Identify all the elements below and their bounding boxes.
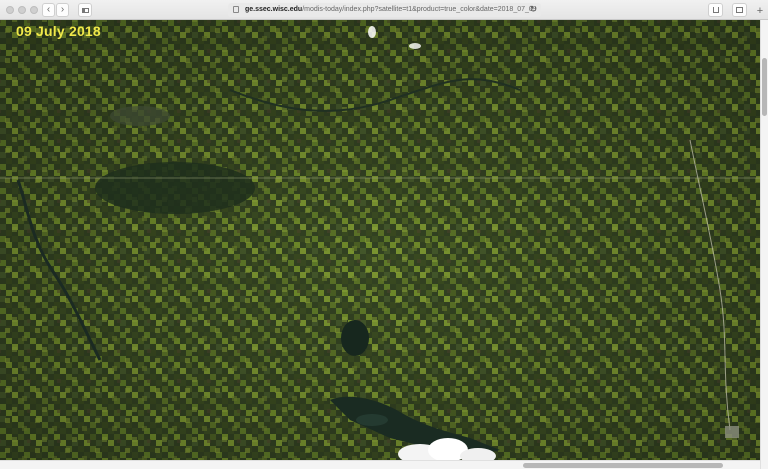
- vertical-scrollbar[interactable]: [760, 20, 768, 469]
- horizontal-scrollbar[interactable]: [0, 460, 760, 469]
- back-button[interactable]: ‹: [42, 3, 55, 17]
- address-bar[interactable]: ge.ssec.wisc.edu/modis-today/index.php?s…: [228, 3, 541, 17]
- satellite-image: [0, 20, 760, 460]
- lake-south-2: [356, 414, 388, 426]
- close-window-icon[interactable]: [6, 6, 14, 14]
- satellite-image-viewport[interactable]: 09 July 2018: [0, 20, 760, 460]
- dark-wetland: [95, 162, 255, 214]
- sidebar-button[interactable]: [78, 3, 92, 17]
- browser-window: ‹ › ge.ssec.wisc.edu/modis-today/index.p…: [0, 0, 768, 469]
- url-path: /modis-today/index.php?satellite=t1&prod…: [302, 6, 537, 13]
- browser-toolbar: ‹ › ge.ssec.wisc.edu/modis-today/index.p…: [0, 0, 768, 20]
- reload-icon[interactable]: ↻: [529, 4, 537, 15]
- url-text: ge.ssec.wisc.edu/modis-today/index.php?s…: [245, 5, 537, 15]
- share-icon: [712, 7, 719, 13]
- tabs-overview-button[interactable]: [732, 3, 747, 17]
- minimize-window-icon[interactable]: [18, 6, 26, 14]
- share-button[interactable]: [708, 3, 723, 17]
- vertical-scroll-thumb[interactable]: [762, 58, 767, 116]
- image-date-label: 09 July 2018: [16, 23, 101, 39]
- plus-icon[interactable]: +: [754, 5, 766, 17]
- forward-button[interactable]: ›: [56, 3, 69, 17]
- chevron-right-icon: ›: [60, 4, 65, 15]
- cloud-north-1: [368, 26, 376, 38]
- lake-south-1: [341, 320, 369, 356]
- horizontal-scroll-thumb[interactable]: [523, 463, 723, 468]
- zoom-window-icon[interactable]: [30, 6, 38, 14]
- sidebar-icon: [81, 7, 89, 13]
- chevron-left-icon: ‹: [46, 4, 51, 15]
- page-icon: [233, 6, 239, 13]
- cloud-north-2: [409, 43, 421, 49]
- lake-west: [110, 106, 170, 126]
- tabs-icon: [736, 7, 743, 13]
- url-domain: ge.ssec.wisc.edu: [245, 6, 303, 13]
- city-area: [725, 426, 739, 438]
- vignette: [0, 20, 760, 460]
